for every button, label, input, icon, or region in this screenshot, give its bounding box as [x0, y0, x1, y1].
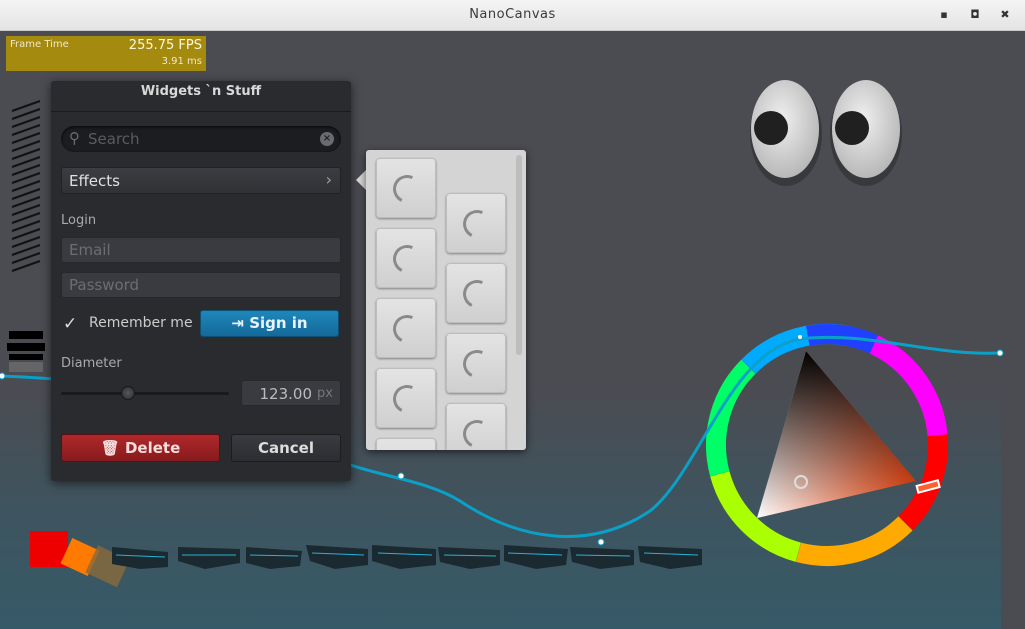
diameter-slider-track[interactable]: [61, 392, 229, 395]
login-icon: ⇥: [231, 314, 244, 332]
sign-in-label: Sign in: [249, 314, 308, 332]
widths-demo: [7, 331, 45, 372]
login-label: Login: [61, 213, 97, 228]
diameter-value: 123.00: [259, 385, 313, 403]
loading-spinner-icon: [389, 381, 425, 417]
minimize-button[interactable]: ▪: [935, 6, 953, 24]
panel-title: Widgets `n Stuff: [51, 81, 351, 112]
loading-spinner-icon: [459, 346, 495, 382]
nano-canvas[interactable]: Frame Time 255.75 FPS 3.91 ms Widgets `n…: [0, 31, 1025, 629]
thumbnail[interactable]: [376, 158, 436, 218]
loading-spinner-icon: [389, 311, 425, 347]
delete-label: Delete: [124, 439, 181, 457]
trash-icon: 🗑: [100, 439, 120, 457]
effects-dropdown[interactable]: Effects ›: [61, 167, 341, 194]
thumbnail[interactable]: [376, 298, 436, 358]
thumbnail[interactable]: [376, 228, 436, 288]
close-button[interactable]: ✖: [996, 6, 1014, 24]
sign-in-button[interactable]: ⇥ Sign in: [200, 310, 339, 337]
line-caps-strip: [112, 545, 702, 569]
window-title: NanoCanvas: [469, 7, 556, 22]
thumbnail[interactable]: [376, 368, 436, 428]
password-field[interactable]: Password: [61, 272, 341, 298]
maximize-button[interactable]: ◘: [966, 6, 984, 24]
loading-spinner-icon: [459, 416, 495, 450]
remember-me-label[interactable]: Remember me: [89, 315, 193, 331]
color-wheel: [706, 324, 948, 566]
search-icon: ⚲: [69, 129, 80, 147]
thumbnail[interactable]: [446, 403, 506, 450]
diameter-slider-knob[interactable]: [121, 386, 136, 400]
diameter-unit: px: [317, 386, 333, 401]
line-joins-demo: [11, 100, 41, 272]
loading-spinner-icon: [459, 206, 495, 242]
widgets-panel: Widgets `n Stuff ⚲ Search × Effects › Lo…: [51, 81, 351, 481]
checkmark-icon[interactable]: ✓: [63, 315, 81, 333]
delete-button[interactable]: 🗑 Delete: [61, 434, 220, 462]
chevron-right-icon: ›: [325, 170, 332, 189]
email-placeholder: Email: [69, 241, 111, 259]
effects-label: Effects: [69, 172, 120, 190]
thumbnail[interactable]: [376, 438, 436, 450]
eyes-graphic: [750, 80, 902, 186]
cancel-button[interactable]: Cancel: [231, 434, 341, 462]
clear-icon[interactable]: ×: [320, 132, 334, 146]
thumbnails-popup[interactable]: [366, 150, 526, 450]
loading-spinner-icon: [389, 241, 425, 277]
email-field[interactable]: Email: [61, 237, 341, 263]
loading-spinner-icon: [459, 276, 495, 312]
search-placeholder: Search: [88, 130, 140, 148]
thumbnail[interactable]: [446, 193, 506, 253]
password-placeholder: Password: [69, 276, 140, 294]
thumbnail[interactable]: [446, 263, 506, 323]
title-bar: NanoCanvas ▪ ◘ ✖: [0, 0, 1025, 31]
thumbnail[interactable]: [446, 333, 506, 393]
loading-spinner-icon: [389, 171, 425, 207]
search-input[interactable]: ⚲ Search ×: [61, 126, 341, 152]
popup-scrollbar[interactable]: [516, 155, 522, 355]
diameter-label: Diameter: [61, 356, 122, 371]
diameter-input[interactable]: 123.00 px: [241, 380, 341, 406]
